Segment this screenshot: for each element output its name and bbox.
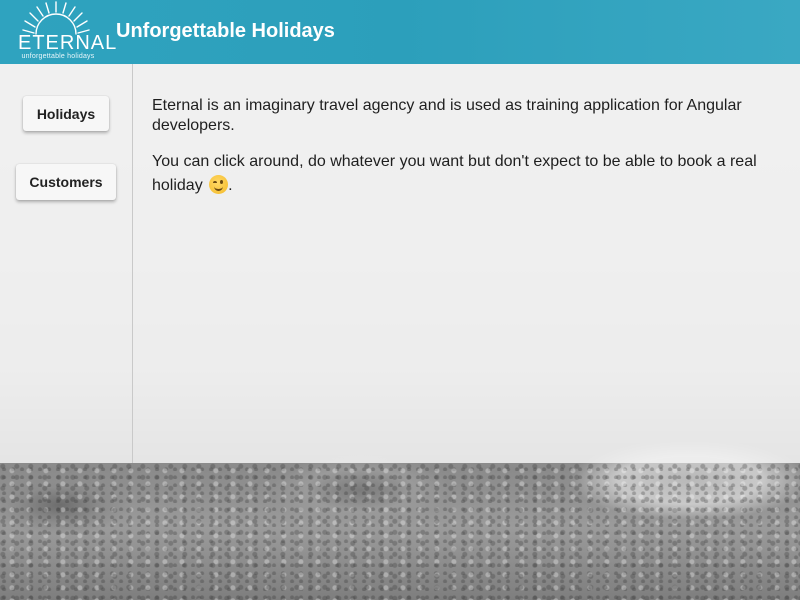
logo-tagline: unforgettable holidays — [21, 53, 95, 60]
app-header: ETERNAL unforgettable holidays Unforgett… — [0, 0, 800, 64]
sidebar-item-customers[interactable]: Customers — [16, 164, 116, 200]
disclaimer-paragraph: You can click around, do whatever you wa… — [152, 150, 782, 198]
sidebar-nav: Holidays Customers — [0, 64, 133, 463]
disclaimer-text: You can click around, do whatever you wa… — [152, 153, 757, 194]
intro-paragraph: Eternal is an imaginary travel agency an… — [152, 97, 742, 134]
logo-wordmark: ETERNAL — [18, 32, 118, 54]
background-ground-texture — [0, 463, 800, 600]
intro-content: Eternal is an imaginary travel agency an… — [152, 96, 782, 212]
disclaimer-period: . — [228, 177, 233, 194]
sidebar-item-holidays[interactable]: Holidays — [23, 96, 109, 131]
brand-logo[interactable]: ETERNAL unforgettable holidays — [14, 0, 118, 64]
main-panel: Holidays Customers Eternal is an imagina… — [0, 64, 800, 463]
wink-face-icon — [209, 175, 229, 194]
page-title: Unforgettable Holidays — [116, 20, 335, 42]
